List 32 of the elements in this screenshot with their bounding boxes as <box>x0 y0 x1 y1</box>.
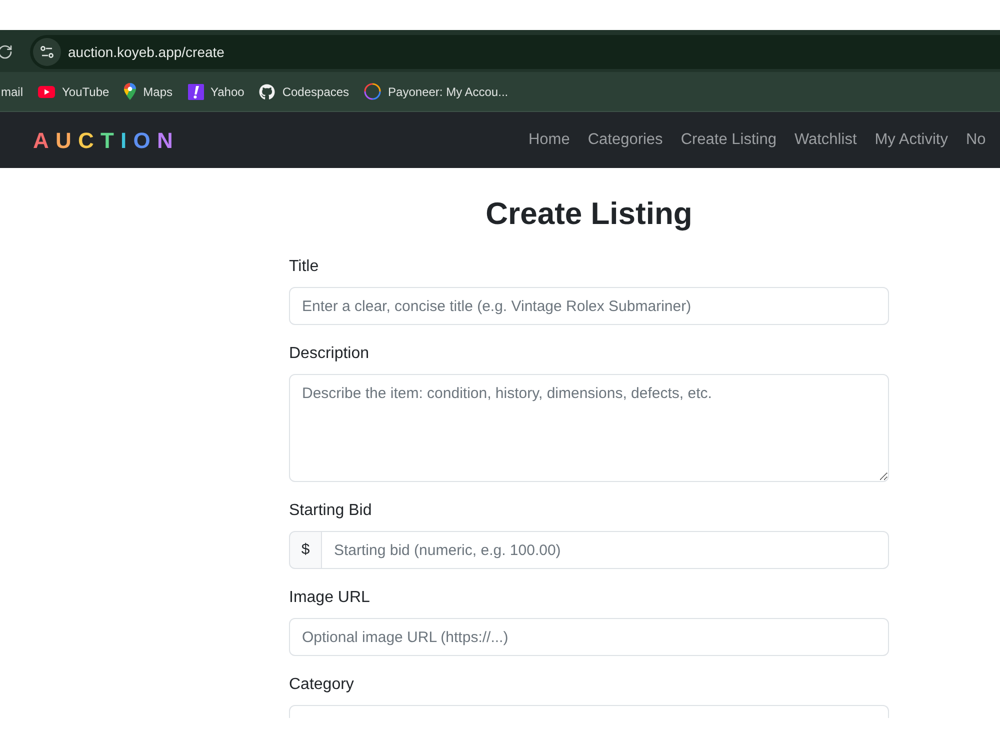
sliders-icon[interactable] <box>33 38 61 66</box>
bookmark-item[interactable]: Yahoo <box>188 82 244 100</box>
currency-prefix: $ <box>289 531 322 569</box>
exclamation-icon <box>188 84 204 100</box>
play-icon <box>38 86 56 98</box>
page-heading: Create Listing <box>484 195 694 233</box>
field-label: Image URL <box>289 588 371 608</box>
field-label: Category <box>289 675 355 695</box>
nav-link[interactable]: Home <box>519 128 579 152</box>
nav-link[interactable]: My Activity <box>866 128 957 152</box>
nav-link[interactable]: No <box>956 128 995 152</box>
text-input[interactable]: Enter a clear, concise title (e.g. Vintage Rolex Submariner) <box>289 287 889 325</box>
field-label: Title <box>289 257 320 277</box>
nav-link[interactable]: Watchlist <box>785 128 866 152</box>
bookmark-item[interactable]: Maps <box>124 82 173 100</box>
bookmark-item[interactable]: mail <box>1 82 24 100</box>
text-input[interactable]: Optional image URL (https://...) <box>289 618 889 656</box>
address-bar[interactable]: auction.koyeb.app/create <box>30 35 1000 69</box>
ring-icon <box>364 83 382 100</box>
bid-input[interactable]: Starting bid (numeric, e.g. 100.00) <box>322 531 889 569</box>
nav-link[interactable]: Create Listing <box>672 128 786 152</box>
map-pin-icon <box>124 83 136 100</box>
reload-icon[interactable] <box>0 44 13 60</box>
field-label: Description <box>289 344 370 364</box>
description-field[interactable]: Describe the item: condition, history, dimensions, defects, etc. <box>289 374 889 482</box>
field-label: Starting Bid <box>289 501 373 521</box>
nav-link[interactable]: Categories <box>578 128 672 152</box>
bookmark-item[interactable]: Codespaces <box>259 82 350 100</box>
url-text: auction.koyeb.app/create <box>68 42 224 62</box>
bookmark-item[interactable]: Payoneer: My Accou... <box>364 82 508 100</box>
bookmark-item[interactable]: YouTube <box>38 82 110 100</box>
cat-icon <box>259 84 276 100</box>
